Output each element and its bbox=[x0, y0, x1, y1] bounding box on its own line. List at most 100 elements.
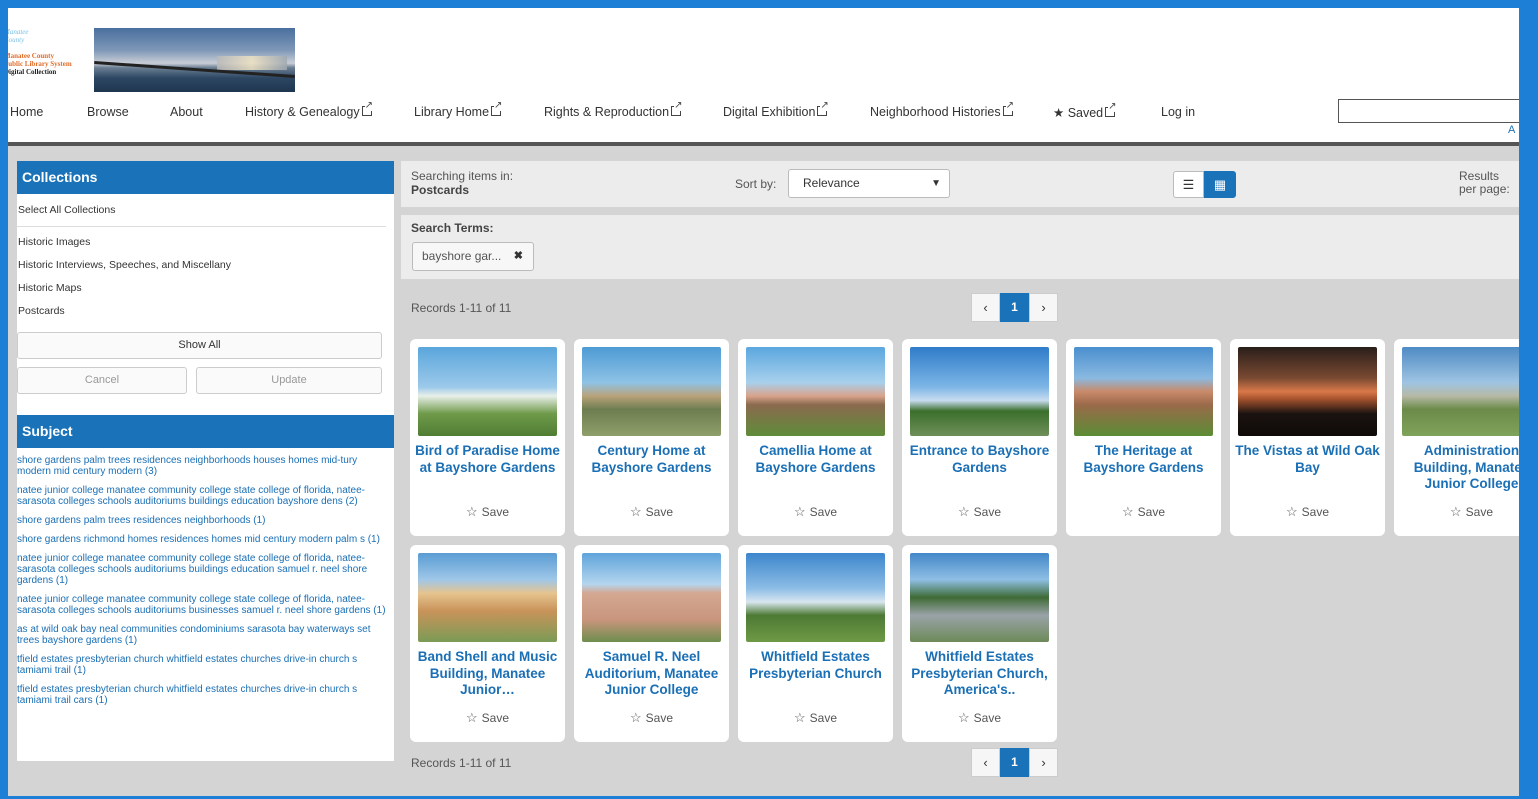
card-title[interactable]: Band Shell and Music Building, Manatee J… bbox=[414, 649, 561, 699]
nav-login[interactable]: Log in bbox=[1161, 105, 1195, 119]
card-title[interactable]: Camellia Home at Bayshore Gardens bbox=[742, 443, 889, 476]
result-card[interactable]: Bird of Paradise Home at Bayshore Garden… bbox=[410, 339, 565, 536]
postcard-thumbnail[interactable] bbox=[1238, 347, 1377, 436]
save-button[interactable]: ☆ Save bbox=[1230, 504, 1385, 520]
save-button[interactable]: ☆ Save bbox=[1066, 504, 1221, 520]
save-label: Save bbox=[809, 505, 837, 519]
nav-library-home[interactable]: Library Home bbox=[414, 101, 503, 119]
save-label: Save bbox=[1465, 505, 1493, 519]
close-icon[interactable]: ✖ bbox=[514, 243, 523, 270]
postcard-thumbnail[interactable] bbox=[746, 553, 885, 642]
save-button[interactable]: ☆ Save bbox=[902, 710, 1057, 726]
nav-neighborhood-label: Neighborhood Histories bbox=[870, 105, 1001, 119]
save-button[interactable]: ☆ Save bbox=[738, 504, 893, 520]
save-label: Save bbox=[481, 711, 509, 725]
card-title[interactable]: Whitfield Estates Presbyterian Church, A… bbox=[906, 649, 1053, 699]
save-button[interactable]: ☆ Save bbox=[738, 710, 893, 726]
card-title[interactable]: Bird of Paradise Home at Bayshore Garden… bbox=[414, 443, 561, 476]
save-label: Save bbox=[1301, 505, 1329, 519]
records-count-bottom: Records 1-11 of 11 bbox=[411, 756, 512, 770]
result-card[interactable]: The Vistas at Wild Oak Bay ☆ Save bbox=[1230, 339, 1385, 536]
postcard-thumbnail[interactable] bbox=[910, 347, 1049, 436]
nav-exhibition[interactable]: Digital Exhibition bbox=[723, 101, 829, 119]
postcard-thumbnail[interactable] bbox=[418, 553, 557, 642]
card-title[interactable]: The Heritage at Bayshore Gardens bbox=[1070, 443, 1217, 476]
nav-about[interactable]: About bbox=[170, 105, 203, 119]
result-card[interactable]: Whitfield Estates Presbyterian Church ☆ S… bbox=[738, 545, 893, 742]
result-card[interactable]: Samuel R. Neel Auditorium, Manatee Junio… bbox=[574, 545, 729, 742]
subject-item[interactable]: shore gardens palm trees residences neig… bbox=[17, 515, 387, 526]
postcard-thumbnail[interactable] bbox=[910, 553, 1049, 642]
list-view-button[interactable]: ☰ bbox=[1173, 171, 1204, 198]
star-outline-icon: ☆ bbox=[793, 710, 806, 725]
page-button-current[interactable]: 1 bbox=[1000, 293, 1029, 322]
collection-item[interactable]: Historic Images bbox=[17, 231, 394, 254]
next-page-button[interactable]: › bbox=[1029, 748, 1058, 777]
result-card[interactable]: Administration Building, Manatee Junior … bbox=[1394, 339, 1519, 536]
library-logo[interactable]: Manatee County Manatee County Public Lib… bbox=[8, 28, 90, 90]
subject-item[interactable]: as at wild oak bay neal communities cond… bbox=[17, 624, 387, 646]
subject-item[interactable]: shore gardens palm trees residences neig… bbox=[17, 455, 387, 477]
result-card[interactable]: Camellia Home at Bayshore Gardens ☆ Save bbox=[738, 339, 893, 536]
grid-view-button[interactable]: ▦ bbox=[1204, 171, 1236, 198]
divider bbox=[17, 226, 386, 227]
list-icon: ☰ bbox=[1182, 177, 1195, 192]
sort-select[interactable]: Relevance ▼ bbox=[788, 169, 950, 198]
prev-page-button[interactable]: ‹ bbox=[971, 293, 1000, 322]
card-title[interactable]: Administration Building, Manatee Junior … bbox=[1398, 443, 1519, 493]
search-term-text: bayshore gar... bbox=[422, 249, 502, 263]
result-card[interactable]: Band Shell and Music Building, Manatee J… bbox=[410, 545, 565, 742]
external-link-icon bbox=[1002, 101, 1015, 116]
advanced-search-link[interactable]: A bbox=[1508, 124, 1515, 136]
collection-item[interactable]: Postcards bbox=[17, 300, 394, 323]
card-title[interactable]: Century Home at Bayshore Gardens bbox=[578, 443, 725, 476]
cancel-button[interactable]: Cancel bbox=[17, 367, 187, 394]
nav-neighborhood[interactable]: Neighborhood Histories bbox=[870, 101, 1015, 119]
prev-page-button[interactable]: ‹ bbox=[971, 748, 1000, 777]
subject-item[interactable]: natee junior college manatee community c… bbox=[17, 553, 387, 586]
subject-item[interactable]: tfield estates presbyterian church whitf… bbox=[17, 654, 387, 676]
postcard-thumbnail[interactable] bbox=[1402, 347, 1519, 436]
subject-item[interactable]: shore gardens richmond homes residences … bbox=[17, 534, 387, 545]
star-outline-icon: ☆ bbox=[1121, 504, 1134, 519]
subject-item[interactable]: tfield estates presbyterian church whitf… bbox=[17, 684, 387, 706]
page-button-current[interactable]: 1 bbox=[1000, 748, 1029, 777]
save-button[interactable]: ☆ Save bbox=[902, 504, 1057, 520]
show-all-button[interactable]: Show All bbox=[17, 332, 382, 359]
card-title[interactable]: Entrance to Bayshore Gardens bbox=[906, 443, 1053, 476]
postcard-thumbnail[interactable] bbox=[582, 553, 721, 642]
save-button[interactable]: ☆ Save bbox=[574, 710, 729, 726]
nav-history[interactable]: History & Genealogy bbox=[245, 101, 374, 119]
nav-saved[interactable]: ★ Saved bbox=[1053, 102, 1117, 120]
external-link-icon bbox=[361, 101, 374, 116]
result-card[interactable]: Century Home at Bayshore Gardens ☆ Save bbox=[574, 339, 729, 536]
result-card[interactable]: Whitfield Estates Presbyterian Church, A… bbox=[902, 545, 1057, 742]
external-link-icon bbox=[671, 101, 683, 116]
collection-item[interactable]: Historic Maps bbox=[17, 277, 394, 300]
next-page-button[interactable]: › bbox=[1029, 293, 1058, 322]
subject-item[interactable]: natee junior college manatee community c… bbox=[17, 485, 387, 507]
postcard-thumbnail[interactable] bbox=[418, 347, 557, 436]
search-input[interactable] bbox=[1338, 99, 1519, 123]
card-title[interactable]: The Vistas at Wild Oak Bay bbox=[1234, 443, 1381, 476]
select-all-collections[interactable]: Select All Collections bbox=[17, 199, 394, 222]
logo-line: Manatee County bbox=[8, 52, 54, 60]
postcard-thumbnail[interactable] bbox=[1074, 347, 1213, 436]
card-title[interactable]: Samuel R. Neel Auditorium, Manatee Junio… bbox=[578, 649, 725, 699]
postcard-thumbnail[interactable] bbox=[582, 347, 721, 436]
subject-item[interactable]: natee junior college manatee community c… bbox=[17, 594, 387, 616]
card-title[interactable]: Whitfield Estates Presbyterian Church bbox=[742, 649, 889, 682]
result-card[interactable]: The Heritage at Bayshore Gardens ☆ Save bbox=[1066, 339, 1221, 536]
search-term-chip[interactable]: bayshore gar... ✖ bbox=[412, 242, 534, 271]
save-button[interactable]: ☆ Save bbox=[1394, 504, 1519, 520]
update-button[interactable]: Update bbox=[196, 367, 382, 394]
result-card[interactable]: Entrance to Bayshore Gardens ☆ Save bbox=[902, 339, 1057, 536]
save-button[interactable]: ☆ Save bbox=[410, 504, 565, 520]
collection-item[interactable]: Historic Interviews, Speeches, and Misce… bbox=[17, 254, 394, 277]
nav-browse[interactable]: Browse bbox=[87, 105, 129, 119]
nav-home[interactable]: Home bbox=[10, 105, 43, 119]
postcard-thumbnail[interactable] bbox=[746, 347, 885, 436]
nav-rights[interactable]: Rights & Reproduction bbox=[544, 101, 683, 119]
save-button[interactable]: ☆ Save bbox=[574, 504, 729, 520]
save-button[interactable]: ☆ Save bbox=[410, 710, 565, 726]
